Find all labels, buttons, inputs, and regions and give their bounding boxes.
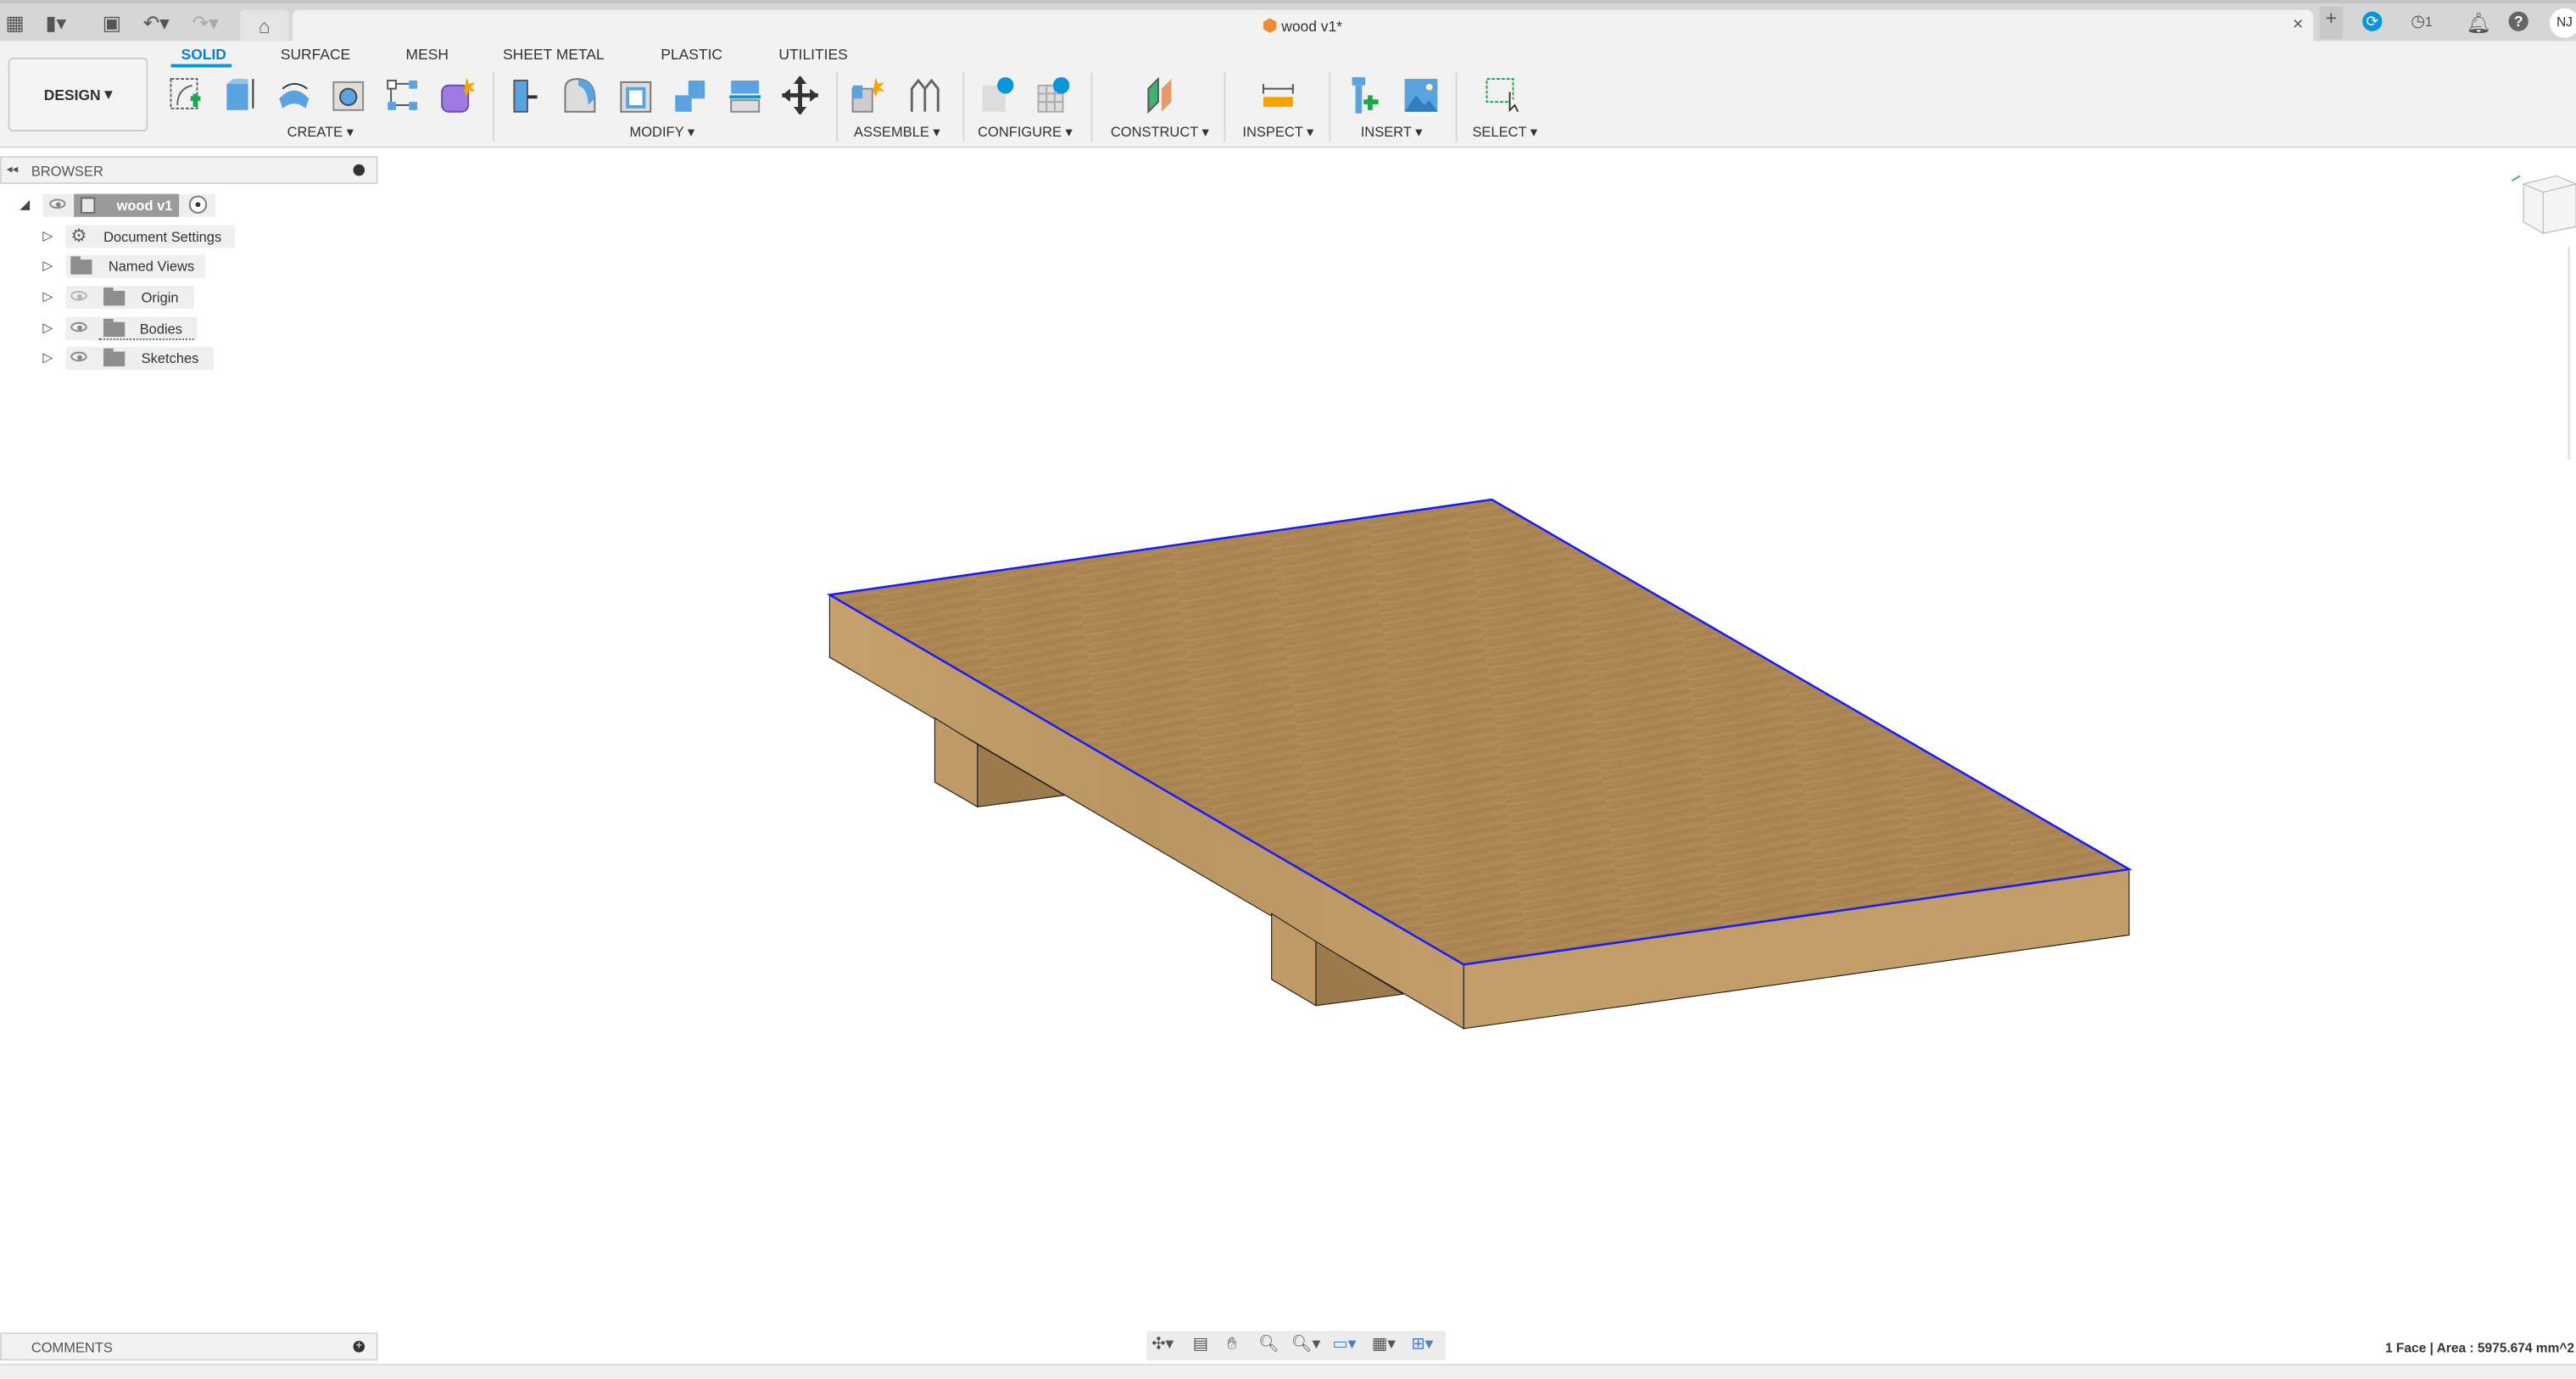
navigation-bar: ✣▾ ▤ ✋︎ 🔍︎ 🔍︎▾ ▭▾ ▦▾ ⊞▾	[1146, 1331, 1446, 1361]
selection-status: 1 Face | Area : 5975.674 mm^2	[2384, 1341, 2575, 1356]
pan-hand-icon[interactable]: ✋︎	[1227, 1336, 1236, 1354]
3d-viewport[interactable]	[0, 0, 2576, 1377]
fit-window-icon[interactable]: 🔍︎▾	[1291, 1336, 1320, 1354]
viewport-scrollbar[interactable]	[2568, 246, 2571, 461]
grid-snaps-icon[interactable]: ▦▾	[1372, 1336, 1396, 1354]
view-cube[interactable]	[2511, 175, 2576, 234]
display-settings-icon[interactable]: ▭▾	[1332, 1336, 1356, 1354]
wood-board-model[interactable]	[826, 498, 2133, 1030]
comments-panel[interactable]: COMMENTS +	[0, 1332, 378, 1361]
add-comment-icon[interactable]: +	[353, 1341, 365, 1353]
viewports-icon[interactable]: ⊞▾	[1411, 1336, 1433, 1354]
look-at-icon[interactable]: ▤	[1193, 1336, 1208, 1354]
zoom-icon[interactable]: 🔍︎	[1258, 1336, 1280, 1354]
comments-title: COMMENTS	[31, 1339, 113, 1356]
orbit-icon[interactable]: ✣▾	[1151, 1336, 1174, 1354]
